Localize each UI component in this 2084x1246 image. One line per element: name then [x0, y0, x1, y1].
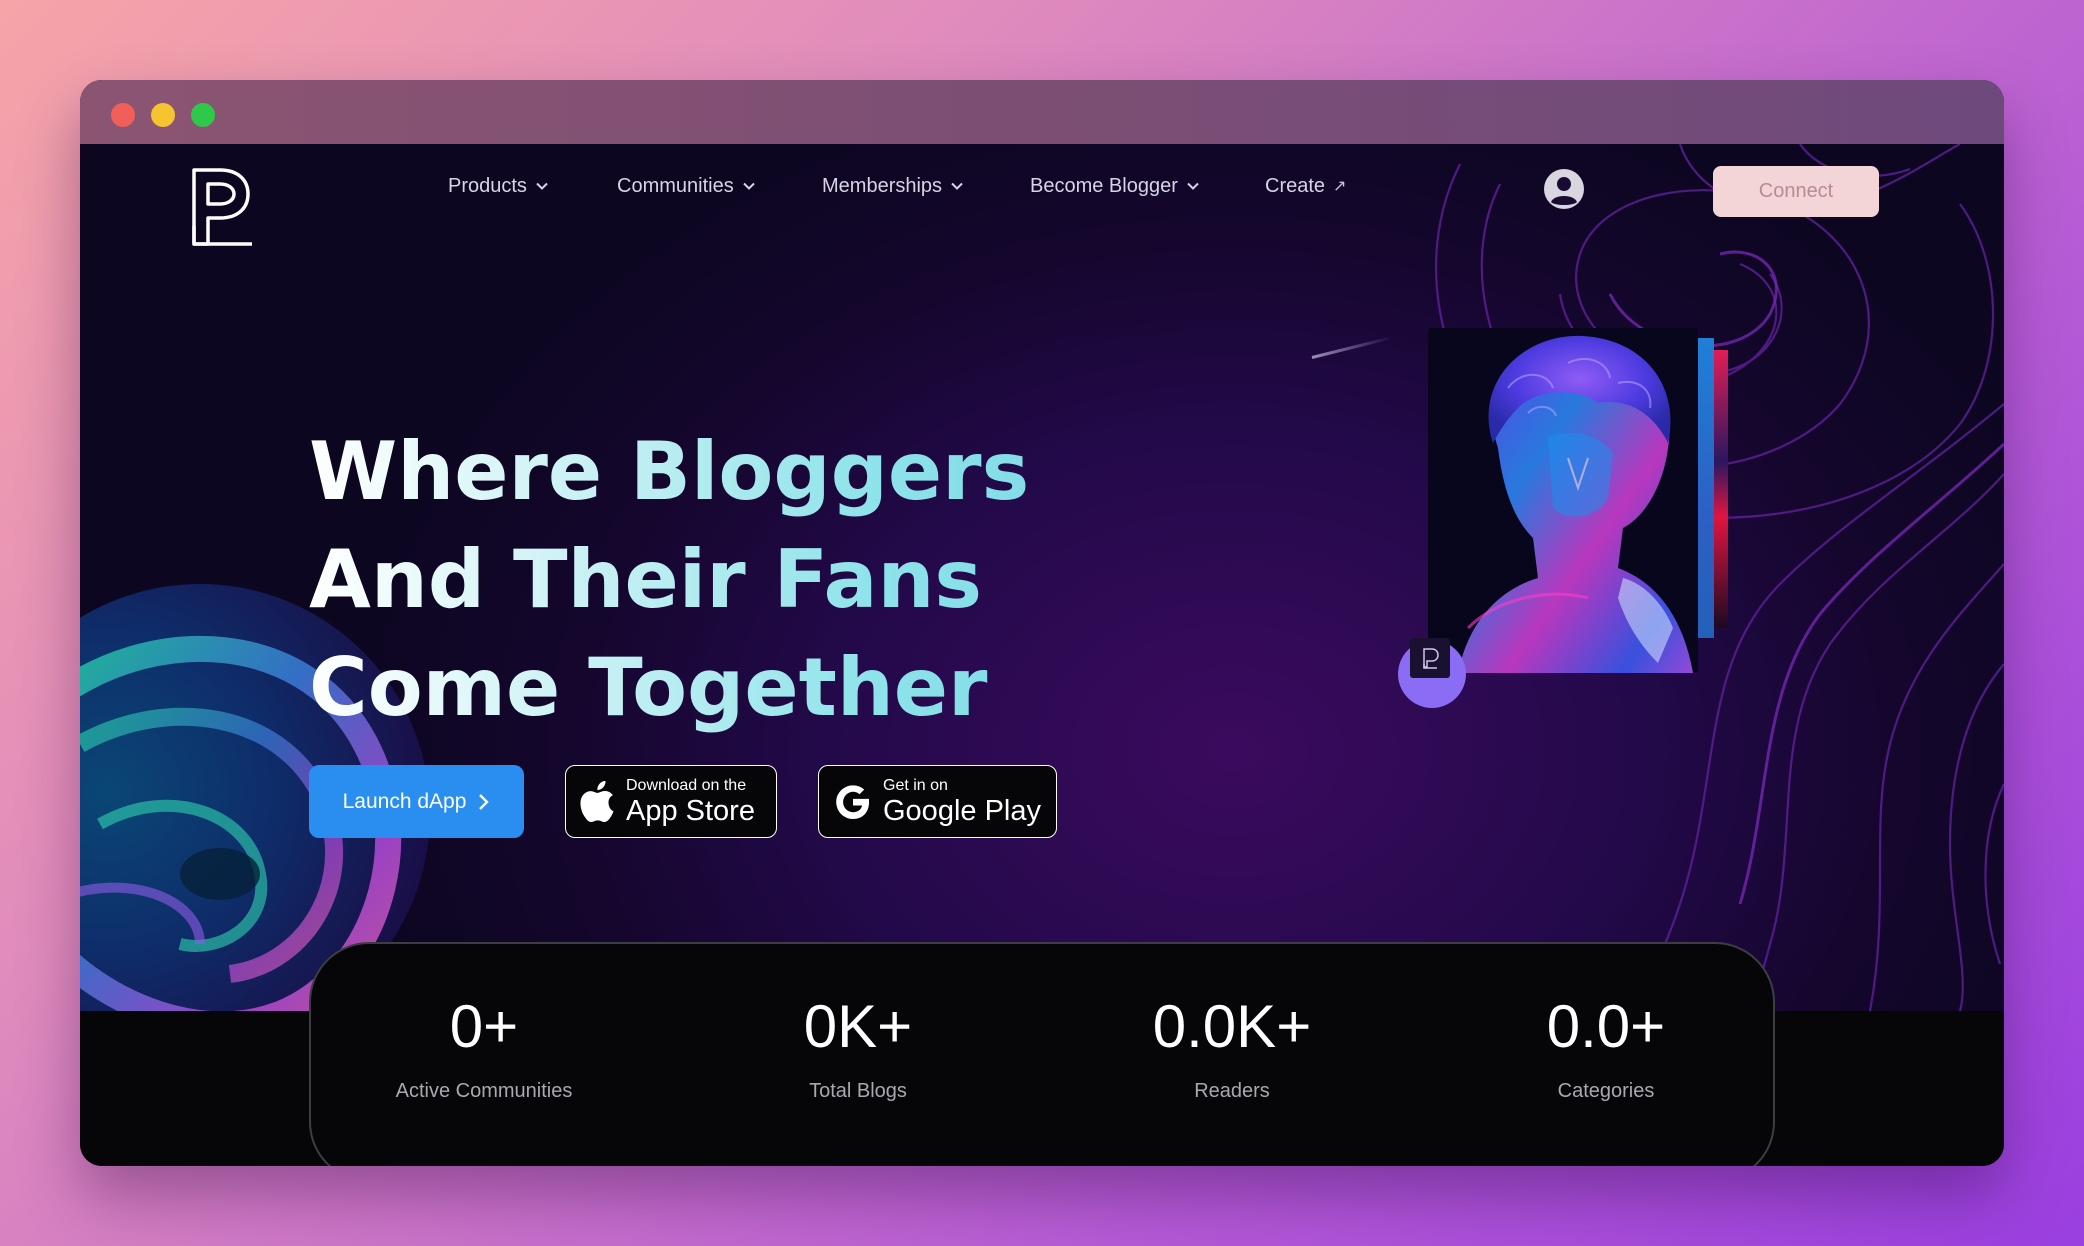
google-play-text: Get in on Google Play — [883, 777, 1041, 827]
app-store-small-label: Download on the — [626, 776, 747, 794]
card-stack-strip-red — [1714, 350, 1728, 628]
chevron-down-icon — [951, 182, 963, 190]
headline-line: Come Together — [309, 641, 988, 734]
launch-dapp-button[interactable]: Launch dApp — [309, 765, 524, 838]
stat-value: 0.0+ — [1546, 993, 1666, 1060]
stat-label: Total Blogs — [809, 1080, 907, 1102]
stat-label: Readers — [1194, 1080, 1270, 1102]
google-play-big-label: Google Play — [883, 794, 1041, 827]
app-store-big-label: App Store — [626, 794, 755, 827]
nav-item-products[interactable]: Products — [448, 170, 549, 202]
nav-item-label: Create — [1265, 174, 1326, 197]
nav-item-label: Memberships — [822, 174, 943, 197]
connect-button[interactable]: Connect — [1713, 166, 1879, 217]
nav-item-communities[interactable]: Communities — [617, 170, 756, 202]
launch-dapp-label: Launch dApp — [342, 789, 467, 813]
chevron-down-icon — [1187, 182, 1199, 190]
nav-item-label: Become Blogger — [1030, 174, 1178, 197]
nav-item-create[interactable]: Create ↗ — [1265, 170, 1346, 202]
headline-line: And Their Fans — [309, 533, 983, 626]
stat-readers: 0.0K+ Readers — [1082, 994, 1382, 1103]
nav-item-become-blogger[interactable]: Become Blogger — [1030, 170, 1200, 202]
maximize-window-button[interactable] — [191, 103, 215, 127]
stat-value: 0+ — [449, 993, 519, 1060]
stat-label: Active Communities — [395, 1080, 573, 1102]
window-titlebar — [80, 80, 2004, 144]
app-store-button[interactable]: Download on the App Store — [565, 765, 777, 838]
apple-icon — [580, 780, 614, 822]
google-play-small-label: Get in on — [883, 776, 948, 794]
stat-active-communities: 0+ Active Communities — [334, 994, 634, 1103]
minimize-window-button[interactable] — [151, 103, 175, 127]
chevron-right-icon — [479, 793, 490, 810]
google-play-button[interactable]: Get in on Google Play — [818, 765, 1057, 838]
close-window-button[interactable] — [111, 103, 135, 127]
stat-value: 0.0K+ — [1152, 993, 1312, 1060]
stat-label: Categories — [1557, 1080, 1655, 1102]
sculpture-bust-image — [1428, 328, 1698, 673]
arrow-up-right-icon: ↗ — [1333, 178, 1347, 195]
nav-item-memberships[interactable]: Memberships — [822, 170, 964, 202]
user-circle-icon[interactable] — [1542, 167, 1586, 211]
browser-window: Products Communities Memberships Become … — [80, 80, 2004, 1166]
chevron-down-icon — [536, 182, 548, 190]
google-icon — [836, 784, 869, 819]
stats-panel: 0+ Active Communities 0K+ Total Blogs 0.… — [309, 942, 1775, 1166]
nav-item-label: Products — [448, 174, 527, 197]
chevron-down-icon — [742, 182, 755, 190]
nft-sculpture-card[interactable] — [1428, 328, 1698, 673]
stat-total-blogs: 0K+ Total Blogs — [708, 994, 1008, 1103]
badge-logo-icon — [1410, 638, 1450, 678]
app-store-text: Download on the App Store — [626, 777, 755, 827]
hero-headline: Where Bloggers And Their Fans Come Toget… — [309, 418, 1109, 742]
stat-categories: 0.0+ Categories — [1456, 994, 1756, 1103]
stat-value: 0K+ — [803, 993, 913, 1060]
headline-line: Where Bloggers — [309, 425, 1030, 518]
nav-item-label: Communities — [617, 174, 734, 197]
